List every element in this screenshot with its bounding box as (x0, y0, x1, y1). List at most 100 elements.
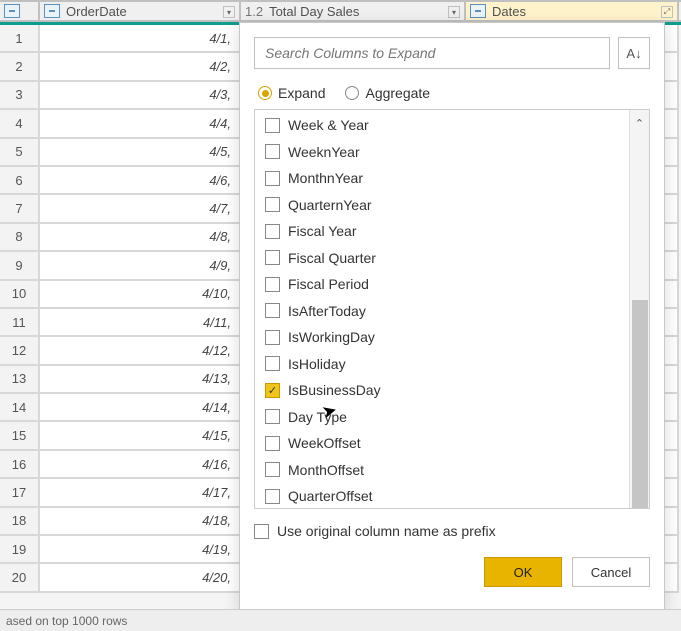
cell-orderdate[interactable]: 4/6, (40, 167, 241, 195)
checkbox[interactable] (265, 250, 280, 265)
button-label: OK (514, 565, 533, 580)
list-item[interactable]: Fiscal Year (265, 218, 625, 245)
cell-orderdate[interactable]: 4/15, (40, 422, 241, 450)
list-item[interactable]: IsHoliday (265, 351, 625, 378)
cell-orderdate[interactable]: 4/10, (40, 281, 241, 309)
ok-button[interactable]: OK (484, 557, 562, 587)
search-input[interactable] (254, 37, 610, 69)
list-item[interactable]: Week & Year (265, 112, 625, 139)
radio-expand[interactable]: Expand (258, 85, 325, 101)
checkbox[interactable] (265, 436, 280, 451)
cell-orderdate[interactable]: 4/3, (40, 82, 241, 110)
checkbox[interactable] (265, 489, 280, 504)
list-item[interactable]: WeekOffset (265, 430, 625, 457)
cell-orderdate[interactable]: 4/11, (40, 309, 241, 337)
checkbox[interactable] (265, 356, 280, 371)
radio-label: Expand (278, 85, 325, 101)
row-number: 10 (0, 281, 40, 309)
row-number: 12 (0, 337, 40, 365)
column-label: OrderDate (66, 4, 127, 19)
list-item-label: IsAfterToday (288, 303, 366, 319)
column-header-orderdate[interactable]: OrderDate ▾ (40, 2, 241, 20)
checkbox[interactable] (265, 409, 280, 424)
date-icon (44, 4, 60, 18)
cell-orderdate[interactable]: 4/14, (40, 394, 241, 422)
cell-orderdate[interactable]: 4/12, (40, 337, 241, 365)
row-number: 19 (0, 536, 40, 564)
row-number: 9 (0, 252, 40, 280)
list-item[interactable]: Day Type (265, 404, 625, 431)
list-item-label: MonthnYear (288, 170, 363, 186)
list-item-label: IsWorkingDay (288, 329, 375, 345)
column-header-totaldaysales[interactable]: 1.2 Total Day Sales ▾ (241, 2, 466, 20)
cell-orderdate[interactable]: 4/2, (40, 53, 241, 81)
list-item-label: Fiscal Period (288, 276, 369, 292)
list-item-label: QuarterOffset (288, 488, 373, 504)
checkbox[interactable] (265, 197, 280, 212)
list-item[interactable]: QuarterOffset (265, 483, 625, 509)
checkbox[interactable] (265, 144, 280, 159)
list-item[interactable]: WeeknYear (265, 139, 625, 166)
cancel-button[interactable]: Cancel (572, 557, 650, 587)
row-number: 3 (0, 82, 40, 110)
cell-orderdate[interactable]: 4/7, (40, 195, 241, 223)
column-header-row: OrderDate ▾ 1.2 Total Day Sales ▾ Dates … (0, 0, 681, 22)
cell-orderdate[interactable]: 4/4, (40, 110, 241, 138)
list-item[interactable]: ✓ IsBusinessDay (265, 377, 625, 404)
row-number: 18 (0, 508, 40, 536)
prefix-label: Use original column name as prefix (277, 523, 496, 539)
checkbox[interactable] (265, 118, 280, 133)
row-number-header[interactable] (0, 2, 40, 20)
filter-dropdown-icon[interactable]: ▾ (448, 6, 460, 18)
cell-orderdate[interactable]: 4/16, (40, 451, 241, 479)
scroll-up-icon[interactable]: ⌃ (630, 110, 649, 136)
list-item-label: MonthOffset (288, 462, 364, 478)
list-item-label: Week & Year (288, 117, 369, 133)
checkbox[interactable] (265, 303, 280, 318)
cell-orderdate[interactable]: 4/5, (40, 139, 241, 167)
table-icon (470, 4, 486, 18)
list-item-label: WeeknYear (288, 144, 360, 160)
cell-orderdate[interactable]: 4/18, (40, 508, 241, 536)
sort-button[interactable]: A↓ (618, 37, 650, 69)
cell-orderdate[interactable]: 4/1, (40, 25, 241, 53)
list-item-label: IsBusinessDay (288, 382, 381, 398)
list-item[interactable]: QuarternYear (265, 192, 625, 219)
filter-dropdown-icon[interactable]: ▾ (223, 6, 235, 18)
list-item[interactable]: IsAfterToday (265, 298, 625, 325)
checkbox[interactable]: ✓ (265, 383, 280, 398)
checkbox[interactable] (265, 330, 280, 345)
cell-orderdate[interactable]: 4/9, (40, 252, 241, 280)
list-item[interactable]: Fiscal Period (265, 271, 625, 298)
list-item[interactable]: MonthnYear (265, 165, 625, 192)
radio-dot-icon (345, 86, 359, 100)
prefix-checkbox[interactable] (254, 524, 269, 539)
row-number: 13 (0, 366, 40, 394)
expand-icon[interactable]: ⤢ (661, 6, 673, 18)
cell-orderdate[interactable]: 4/19, (40, 536, 241, 564)
row-number: 6 (0, 167, 40, 195)
checkbox[interactable] (265, 171, 280, 186)
radio-aggregate[interactable]: Aggregate (345, 85, 430, 101)
list-item[interactable]: Fiscal Quarter (265, 245, 625, 272)
column-list: Week & Year WeeknYear MonthnYear QuarternYe… (254, 109, 650, 509)
scroll-thumb[interactable] (632, 300, 648, 509)
checkbox[interactable] (265, 224, 280, 239)
list-item-label: Fiscal Quarter (288, 250, 376, 266)
list-item-label: IsHoliday (288, 356, 346, 372)
cell-orderdate[interactable]: 4/13, (40, 366, 241, 394)
list-item[interactable]: IsWorkingDay (265, 324, 625, 351)
scrollbar[interactable]: ⌃ ⌄ (629, 110, 649, 508)
cell-orderdate[interactable]: 4/20, (40, 564, 241, 592)
cell-orderdate[interactable]: 4/17, (40, 479, 241, 507)
row-number: 4 (0, 110, 40, 138)
cell-orderdate[interactable]: 4/8, (40, 224, 241, 252)
list-item[interactable]: MonthOffset (265, 457, 625, 484)
column-header-dates[interactable]: Dates ⤢ (466, 2, 679, 20)
checkbox[interactable] (265, 462, 280, 477)
checkbox[interactable] (265, 277, 280, 292)
row-number: 15 (0, 422, 40, 450)
list-item-label: QuarternYear (288, 197, 372, 213)
status-text: ased on top 1000 rows (6, 614, 127, 628)
row-number: 7 (0, 195, 40, 223)
